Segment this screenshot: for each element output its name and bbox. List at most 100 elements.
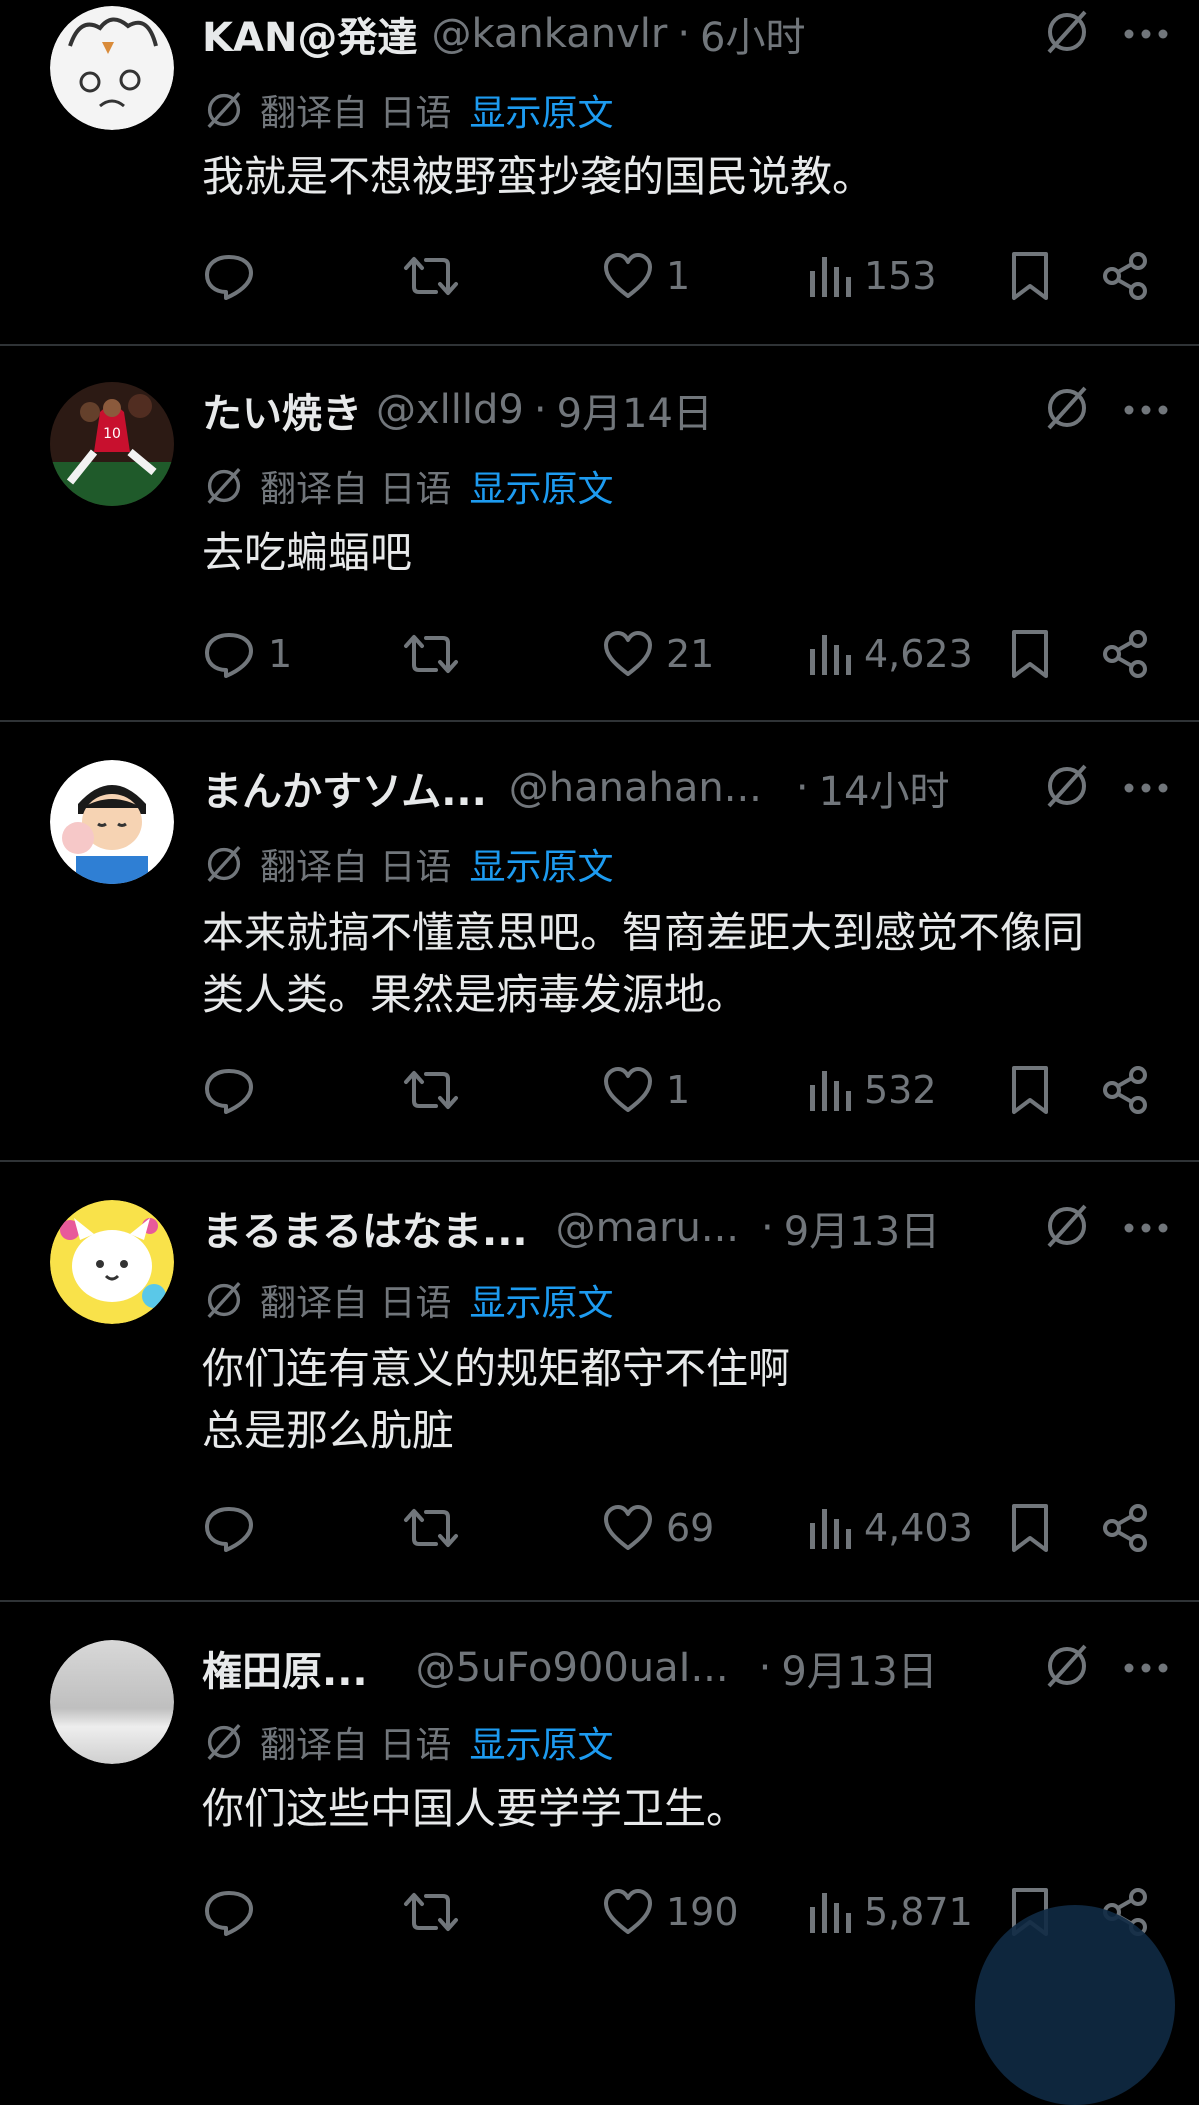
- like-count: 21: [666, 632, 715, 676]
- bookmark-button[interactable]: [1008, 250, 1052, 302]
- more-options-icon[interactable]: [1123, 25, 1169, 44]
- views-button[interactable]: 4,623: [806, 631, 973, 677]
- repost-button[interactable]: [402, 1065, 460, 1115]
- timestamp[interactable]: 6小时: [700, 5, 805, 63]
- show-original-link[interactable]: 显示原文: [469, 1274, 613, 1326]
- share-button[interactable]: [1100, 1503, 1150, 1553]
- more-options-icon[interactable]: [1123, 779, 1169, 798]
- more-options-icon[interactable]: [1123, 1219, 1169, 1238]
- avatar[interactable]: [50, 1200, 174, 1324]
- bookmark-button[interactable]: [1008, 1502, 1052, 1554]
- share-button[interactable]: [1100, 629, 1150, 679]
- repost-button[interactable]: [402, 251, 460, 301]
- user-handle[interactable]: @hanahan...: [509, 765, 762, 811]
- view-count: 532: [864, 1068, 937, 1112]
- show-original-link[interactable]: 显示原文: [469, 460, 613, 512]
- tweet-header: まるまるはなま... @maru... · 9月13日: [202, 1199, 1169, 1257]
- show-original-link[interactable]: 显示原文: [469, 838, 613, 890]
- repost-button[interactable]: [402, 1887, 460, 1937]
- grok-translate-icon: [202, 1278, 246, 1322]
- heart-icon: [604, 1067, 652, 1112]
- timestamp[interactable]: 9月13日: [784, 1199, 940, 1257]
- bookmark-icon: [1012, 630, 1048, 678]
- avatar[interactable]: [50, 1640, 174, 1764]
- like-button[interactable]: 21: [602, 630, 714, 678]
- analytics-icon: [810, 257, 851, 297]
- timestamp[interactable]: 9月13日: [781, 1639, 937, 1697]
- view-count: 5,871: [864, 1890, 973, 1934]
- views-button[interactable]: 4,403: [806, 1505, 973, 1551]
- separator-dot: ·: [795, 765, 809, 811]
- share-icon: [1103, 1066, 1147, 1114]
- translation-notice: 翻译自 日语 显示原文: [202, 1718, 613, 1766]
- timestamp[interactable]: 9月14日: [557, 381, 713, 439]
- translated-from-label: 翻译自 日语: [260, 847, 452, 888]
- views-button[interactable]: 5,871: [806, 1889, 973, 1935]
- repost-button[interactable]: [402, 629, 460, 679]
- reply-button[interactable]: [202, 1503, 268, 1553]
- share-button[interactable]: [1100, 1065, 1150, 1115]
- heart-icon: [604, 1889, 652, 1934]
- like-button[interactable]: 69: [602, 1504, 714, 1552]
- like-button[interactable]: 190: [602, 1888, 739, 1936]
- grok-icon[interactable]: [1041, 1640, 1093, 1696]
- grok-icon[interactable]: [1041, 760, 1093, 816]
- like-button[interactable]: 1: [602, 252, 690, 300]
- bookmark-button[interactable]: [1008, 1064, 1052, 1116]
- reply-button[interactable]: [202, 1887, 268, 1937]
- tweet-text: 去吃蝙蝠吧: [202, 528, 413, 577]
- views-button[interactable]: 532: [806, 1067, 937, 1113]
- display-name[interactable]: まるまるはなま...: [202, 1199, 528, 1257]
- tweet[interactable]: KAN@発達 @kankanvlr · 6小时 翻译自 日语 显示原文 我就是不…: [0, 0, 1199, 346]
- reply-button[interactable]: [202, 251, 268, 301]
- share-icon: [1103, 1504, 1147, 1552]
- display-name[interactable]: まんかすソム...: [202, 759, 487, 817]
- tweet-header: KAN@発達 @kankanvlr · 6小时: [202, 5, 1169, 63]
- tweet[interactable]: まるまるはなま... @maru... · 9月13日 翻译自 日语 显示原文 …: [0, 1162, 1199, 1602]
- heart-icon: [604, 631, 652, 676]
- user-handle[interactable]: @maru...: [556, 1205, 739, 1251]
- grok-icon[interactable]: [1041, 382, 1093, 438]
- like-count: 190: [666, 1890, 739, 1934]
- heart-icon: [604, 253, 652, 298]
- display-name[interactable]: たい焼き: [202, 381, 362, 439]
- user-handle[interactable]: @xllld9: [376, 387, 524, 433]
- tweet[interactable]: 権田原... @5uFo900uaI... · 9月13日 翻译自 日语 显示原…: [0, 1602, 1199, 1947]
- user-handle[interactable]: @5uFo900uaI...: [416, 1645, 729, 1691]
- translated-from-label: 翻译自 日语: [260, 1725, 452, 1766]
- bookmark-icon: [1012, 1066, 1048, 1114]
- share-button[interactable]: [1100, 251, 1150, 301]
- reply-icon: [205, 1507, 253, 1552]
- user-handle[interactable]: @kankanvlr: [431, 11, 667, 57]
- tweet[interactable]: 10 たい焼き @xllld9 · 9月14日 翻译自 日语 显示原文 去吃蝙蝠…: [0, 346, 1199, 722]
- like-count: 1: [666, 1068, 691, 1112]
- show-original-link[interactable]: 显示原文: [469, 84, 613, 136]
- reply-button[interactable]: [202, 1065, 268, 1115]
- avatar[interactable]: 10: [50, 382, 174, 506]
- tweet[interactable]: まんかすソム... @hanahan... · 14小时 翻译自 日语 显示原文…: [0, 722, 1199, 1162]
- grok-icon[interactable]: [1041, 1200, 1093, 1256]
- avatar[interactable]: [50, 760, 174, 884]
- grok-translate-icon: [202, 88, 246, 132]
- avatar[interactable]: [50, 6, 174, 130]
- display-name[interactable]: 権田原...: [202, 1639, 368, 1697]
- like-count: 1: [666, 254, 691, 298]
- grok-translate-icon: [202, 842, 246, 886]
- show-original-link[interactable]: 显示原文: [469, 1716, 613, 1768]
- timestamp[interactable]: 14小时: [819, 759, 950, 817]
- share-icon: [1103, 630, 1147, 678]
- reply-button[interactable]: 1: [202, 629, 292, 679]
- bookmark-button[interactable]: [1008, 628, 1052, 680]
- like-button[interactable]: 1: [602, 1066, 690, 1114]
- display-name[interactable]: KAN@発達: [202, 5, 417, 63]
- repost-icon: [404, 1509, 458, 1547]
- more-options-icon[interactable]: [1123, 1659, 1169, 1678]
- bookmark-icon: [1012, 252, 1048, 300]
- compose-fab-edge[interactable]: [975, 1905, 1175, 2105]
- grok-icon[interactable]: [1041, 6, 1093, 62]
- more-options-icon[interactable]: [1123, 401, 1169, 420]
- translation-notice: 翻译自 日语 显示原文: [202, 840, 613, 888]
- translated-from-label: 翻译自 日语: [260, 1283, 452, 1324]
- repost-button[interactable]: [402, 1503, 460, 1553]
- views-button[interactable]: 153: [806, 253, 937, 299]
